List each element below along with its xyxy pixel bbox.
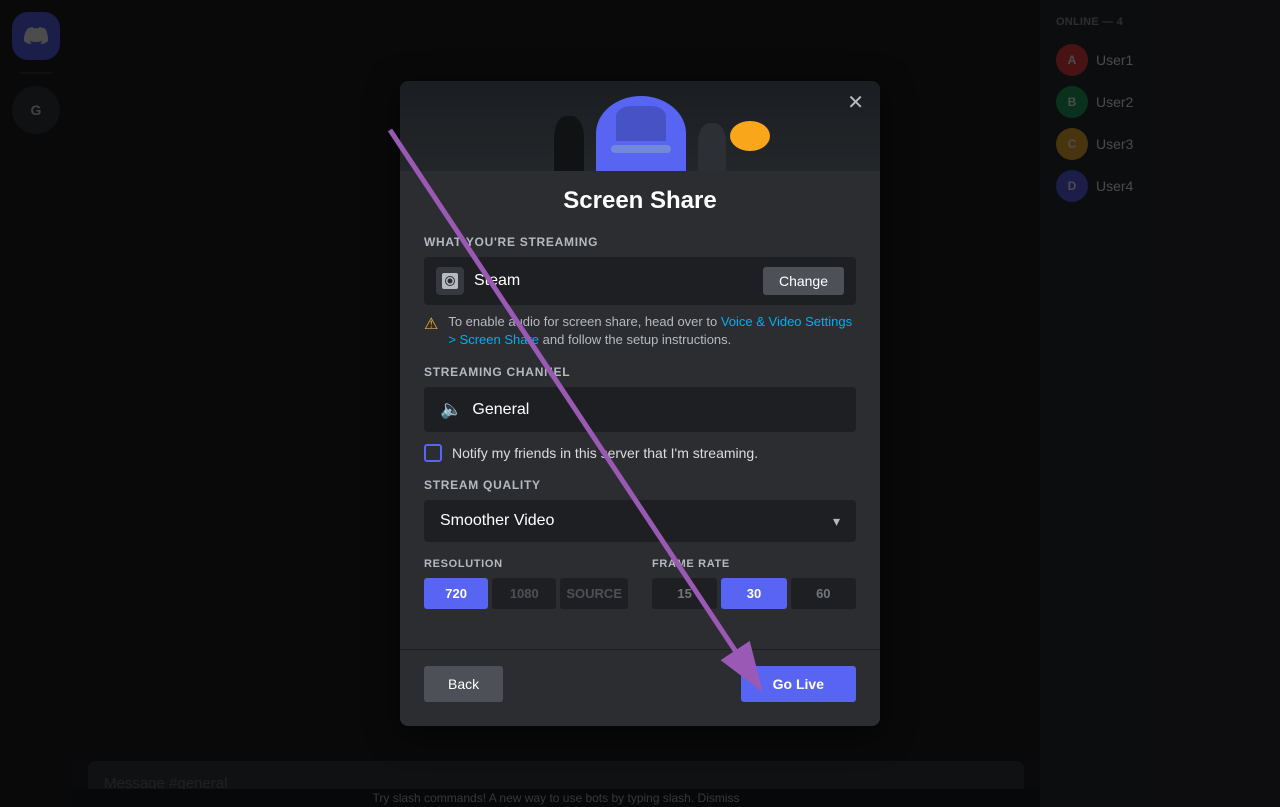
resolution-720-button[interactable]: 720 <box>424 578 488 609</box>
channel-name: General <box>472 401 529 419</box>
char-left <box>554 116 584 171</box>
framerate-15-button[interactable]: 15 <box>652 578 717 609</box>
modal-header-image <box>400 81 880 171</box>
framerate-label: FRAME RATE <box>652 558 856 570</box>
modal-title: Screen Share <box>400 171 880 219</box>
framerate-group: FRAME RATE 15 30 60 <box>652 558 856 609</box>
quality-dropdown[interactable]: Smoother Video ▾ <box>424 500 856 542</box>
party-element <box>730 121 770 151</box>
modal-body: WHAT YOU'RE STREAMING Steam Change <box>400 235 880 633</box>
back-button[interactable]: Back <box>424 666 503 702</box>
modal-footer: Back Go Live <box>400 649 880 726</box>
source-name: Steam <box>474 272 520 290</box>
modal-close-button[interactable]: ✕ <box>847 93 864 113</box>
modal-backdrop: ✕ Screen Share WHAT YOU'RE STREAMING Ste… <box>0 0 1280 807</box>
speaker-icon: 🔈 <box>440 399 462 420</box>
resolution-label: RESOLUTION <box>424 558 628 570</box>
chevron-down-icon: ▾ <box>833 513 840 530</box>
warning-icon: ⚠ <box>424 314 438 334</box>
source-left: Steam <box>436 267 520 295</box>
screen-share-modal: ✕ Screen Share WHAT YOU'RE STREAMING Ste… <box>400 81 880 726</box>
audio-info-box: ⚠ To enable audio for screen share, head… <box>424 313 856 349</box>
framerate-60-button[interactable]: 60 <box>791 578 856 609</box>
channel-section-label: STREAMING CHANNEL <box>424 365 856 379</box>
resolution-buttons: 720 1080 SOURCE <box>424 578 628 609</box>
notify-label: Notify my friends in this server that I'… <box>452 445 758 461</box>
audio-info-text: To enable audio for screen share, head o… <box>448 313 856 349</box>
illustration <box>490 81 790 171</box>
go-live-button[interactable]: Go Live <box>741 666 856 702</box>
steam-icon <box>436 267 464 295</box>
quality-settings: RESOLUTION 720 1080 SOURCE FRAME RATE 15… <box>424 558 856 609</box>
notify-checkbox[interactable] <box>424 444 442 462</box>
char-right <box>698 123 726 171</box>
streaming-channel-row: 🔈 General <box>424 387 856 432</box>
framerate-30-button[interactable]: 30 <box>721 578 786 609</box>
quality-dropdown-value: Smoother Video <box>440 512 554 530</box>
change-source-button[interactable]: Change <box>763 267 844 295</box>
notify-row: Notify my friends in this server that I'… <box>424 444 856 462</box>
discord-bot-char <box>596 96 686 171</box>
quality-section-label: STREAM QUALITY <box>424 478 856 492</box>
resolution-group: RESOLUTION 720 1080 SOURCE <box>424 558 628 609</box>
resolution-source-button[interactable]: SOURCE <box>560 578 628 609</box>
resolution-1080-button[interactable]: 1080 <box>492 578 556 609</box>
streaming-section-label: WHAT YOU'RE STREAMING <box>424 235 856 249</box>
streaming-source-row: Steam Change <box>424 257 856 305</box>
framerate-buttons: 15 30 60 <box>652 578 856 609</box>
